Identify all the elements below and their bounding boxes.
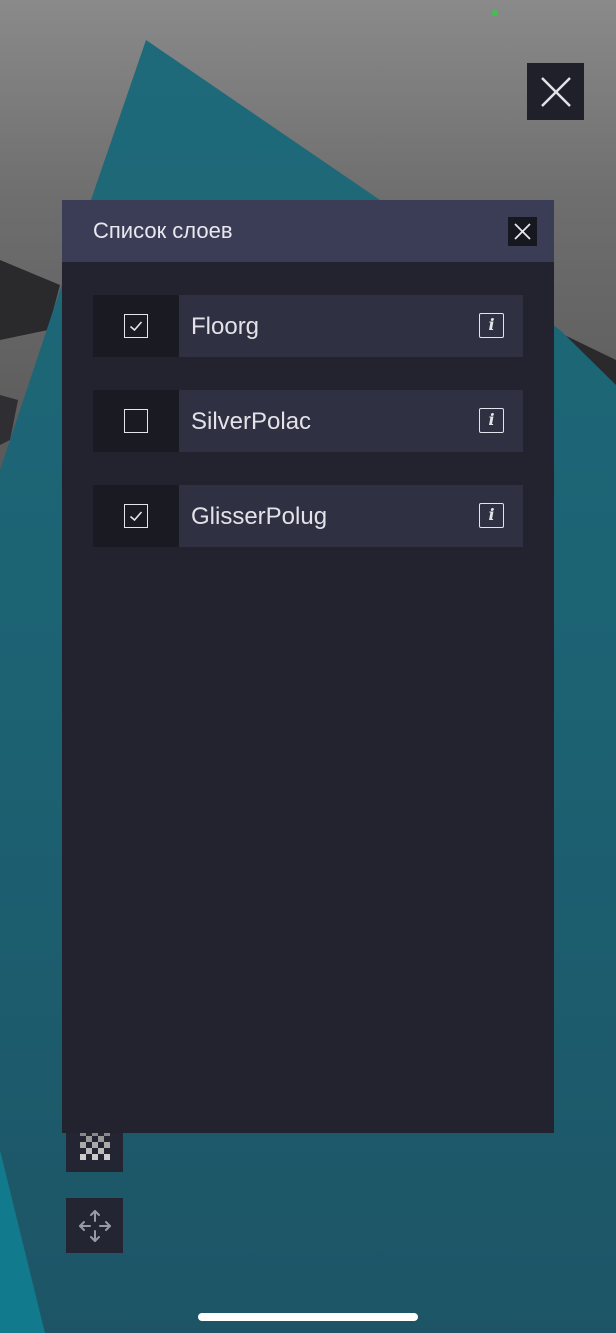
layer-name: GlisserPolug <box>191 503 328 530</box>
checkmark-icon <box>129 321 143 332</box>
layer-row: SilverPolac i <box>93 390 523 452</box>
info-button[interactable]: i <box>479 503 504 528</box>
layer-body[interactable]: GlisserPolug i <box>179 485 523 547</box>
close-ar-button[interactable] <box>527 63 584 120</box>
move-button[interactable] <box>66 1198 123 1253</box>
move-arrows-icon <box>78 1209 111 1242</box>
layer-visibility-toggle[interactable] <box>93 295 179 357</box>
layer-row: GlisserPolug i <box>93 485 523 547</box>
layer-checkbox[interactable] <box>124 504 148 528</box>
panel-header: Список слоев <box>62 200 554 262</box>
checkmark-icon <box>129 511 143 522</box>
layer-visibility-toggle[interactable] <box>93 390 179 452</box>
info-button[interactable]: i <box>479 408 504 433</box>
layer-checkbox[interactable] <box>124 314 148 338</box>
close-icon <box>514 223 531 240</box>
layers-panel: Список слоев Floorg i SilverPolac i Glis… <box>62 200 554 1133</box>
info-icon: i <box>488 315 495 334</box>
panel-title: Список слоев <box>93 218 233 243</box>
home-indicator[interactable] <box>198 1313 418 1321</box>
layer-name: SilverPolac <box>191 408 312 435</box>
close-icon <box>540 76 571 107</box>
layer-visibility-toggle[interactable] <box>93 485 179 547</box>
layer-name: Floorg <box>191 313 260 340</box>
info-icon: i <box>488 410 495 429</box>
close-panel-button[interactable] <box>508 217 537 246</box>
layer-list: Floorg i SilverPolac i GlisserPolug i <box>93 295 523 580</box>
layer-checkbox[interactable] <box>124 409 148 433</box>
layer-body[interactable]: Floorg i <box>179 295 523 357</box>
layer-body[interactable]: SilverPolac i <box>179 390 523 452</box>
info-button[interactable]: i <box>479 313 504 338</box>
layer-row: Floorg i <box>93 295 523 357</box>
status-dot <box>492 10 498 16</box>
info-icon: i <box>488 505 495 524</box>
